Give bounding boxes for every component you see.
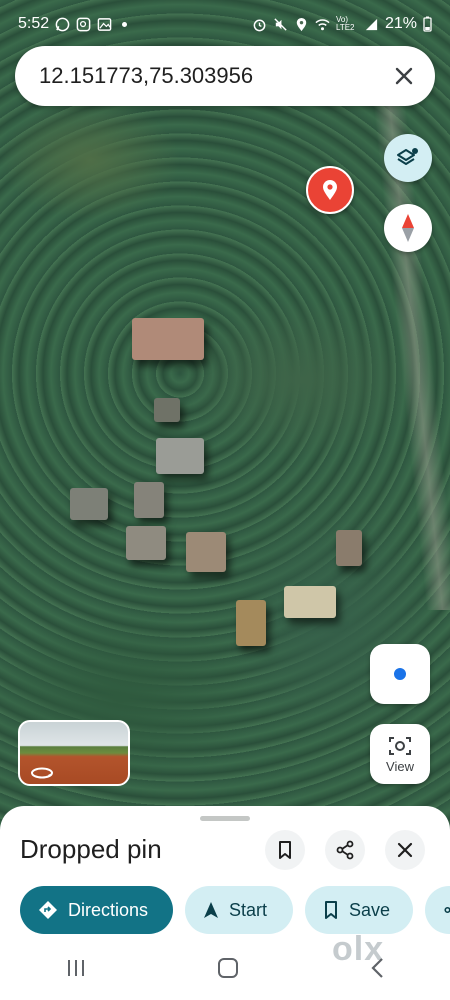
- home-icon: [218, 957, 238, 978]
- drag-handle[interactable]: [200, 816, 250, 821]
- directions-button[interactable]: Directions: [20, 886, 173, 934]
- back-icon: [371, 957, 383, 978]
- network-label: Vo) LTE2: [335, 15, 355, 32]
- building: [126, 526, 166, 560]
- location-icon: [296, 17, 307, 31]
- status-bar: 5:52 Vo) LTE2 21%: [0, 0, 450, 48]
- save-label: Save: [349, 899, 391, 920]
- mute-icon: [274, 17, 287, 31]
- share-button[interactable]: [325, 830, 365, 870]
- camera-scan-icon: [389, 736, 411, 755]
- bookmark-icon: [325, 901, 337, 919]
- navigation-icon: [204, 902, 218, 918]
- recents-icon: [68, 959, 84, 976]
- street-view-button[interactable]: View: [370, 724, 430, 784]
- location-dot-icon: [392, 666, 408, 682]
- compass-icon: [402, 214, 414, 242]
- compass-button[interactable]: [384, 204, 432, 252]
- building: [186, 532, 226, 572]
- building: [284, 586, 336, 618]
- clear-search-button[interactable]: [391, 63, 417, 89]
- system-nav-bar: [0, 945, 450, 995]
- back-button[interactable]: [369, 957, 385, 984]
- directions-icon: [39, 901, 57, 919]
- building: [236, 600, 266, 646]
- place-title: Dropped pin: [20, 834, 162, 864]
- building: [132, 318, 204, 360]
- my-location-button[interactable]: [370, 644, 430, 704]
- building: [156, 438, 204, 474]
- pin-icon: [323, 180, 337, 200]
- signal-icon: [365, 18, 378, 30]
- dropped-pin-marker[interactable]: [306, 166, 354, 214]
- close-icon: [395, 67, 413, 85]
- share-chip[interactable]: [425, 886, 450, 934]
- search-bar[interactable]: 12.151773,75.303956: [15, 46, 435, 106]
- building: [134, 482, 164, 518]
- gallery-icon: [97, 17, 112, 31]
- rotate-360-icon: [31, 767, 53, 779]
- layers-button[interactable]: [384, 134, 432, 182]
- search-app-icon: [76, 17, 91, 31]
- share-icon: [444, 906, 450, 914]
- save-button[interactable]: Save: [305, 886, 413, 934]
- alarm-icon: [253, 19, 266, 31]
- close-icon: [397, 842, 413, 858]
- view-label: View: [386, 758, 414, 774]
- action-chips: Directions Start Save: [20, 886, 450, 934]
- start-button[interactable]: Start: [185, 886, 293, 934]
- battery-percent: 21%: [384, 15, 417, 32]
- satellite-map[interactable]: [0, 0, 450, 830]
- building: [70, 488, 108, 520]
- home-button[interactable]: [217, 957, 239, 984]
- building: [336, 530, 362, 566]
- status-time: 5:52: [18, 15, 50, 32]
- street-view-thumbnail[interactable]: [18, 720, 130, 786]
- directions-label: Directions: [68, 899, 149, 920]
- recent-apps-button[interactable]: [65, 958, 87, 983]
- start-label: Start: [229, 899, 268, 920]
- building: [154, 398, 180, 422]
- search-query[interactable]: 12.151773,75.303956: [39, 63, 391, 89]
- whatsapp-icon: [55, 17, 70, 31]
- bookmark-button[interactable]: [265, 830, 305, 870]
- battery-icon: [423, 16, 432, 32]
- share-icon: [336, 840, 354, 860]
- layers-icon: [397, 148, 418, 165]
- notification-dot-icon: [122, 21, 128, 27]
- bookmark-icon: [279, 841, 291, 859]
- close-sheet-button[interactable]: [385, 830, 425, 870]
- wifi-icon: [315, 18, 330, 30]
